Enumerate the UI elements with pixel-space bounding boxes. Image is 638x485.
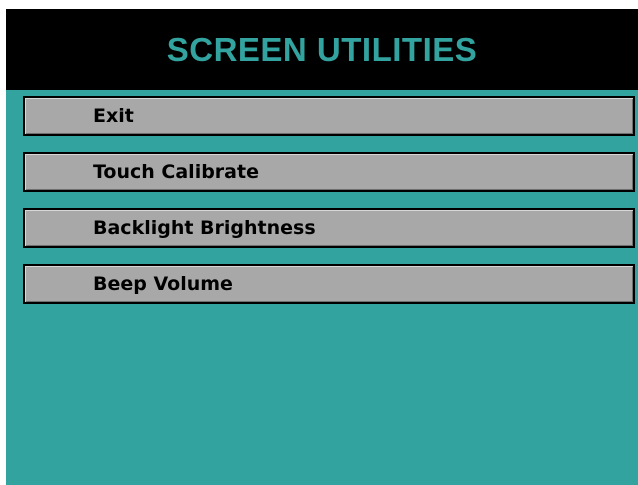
page-title: SCREEN UTILITIES bbox=[166, 30, 478, 68]
touch-calibrate-button-label: Touch Calibrate bbox=[93, 161, 259, 183]
utilities-menu: Exit Touch Calibrate Backlight Brightnes… bbox=[23, 96, 635, 320]
touch-calibrate-button[interactable]: Touch Calibrate bbox=[23, 152, 635, 192]
backlight-brightness-button[interactable]: Backlight Brightness bbox=[23, 208, 635, 248]
title-bar: SCREEN UTILITIES bbox=[6, 9, 638, 90]
backlight-brightness-button-label: Backlight Brightness bbox=[93, 217, 316, 239]
beep-volume-button[interactable]: Beep Volume bbox=[23, 264, 635, 304]
exit-button-label: Exit bbox=[93, 105, 134, 127]
screen-utilities-panel: SCREEN UTILITIES Exit Touch Calibrate Ba… bbox=[6, 9, 638, 485]
exit-button[interactable]: Exit bbox=[23, 96, 635, 136]
beep-volume-button-label: Beep Volume bbox=[93, 273, 233, 295]
